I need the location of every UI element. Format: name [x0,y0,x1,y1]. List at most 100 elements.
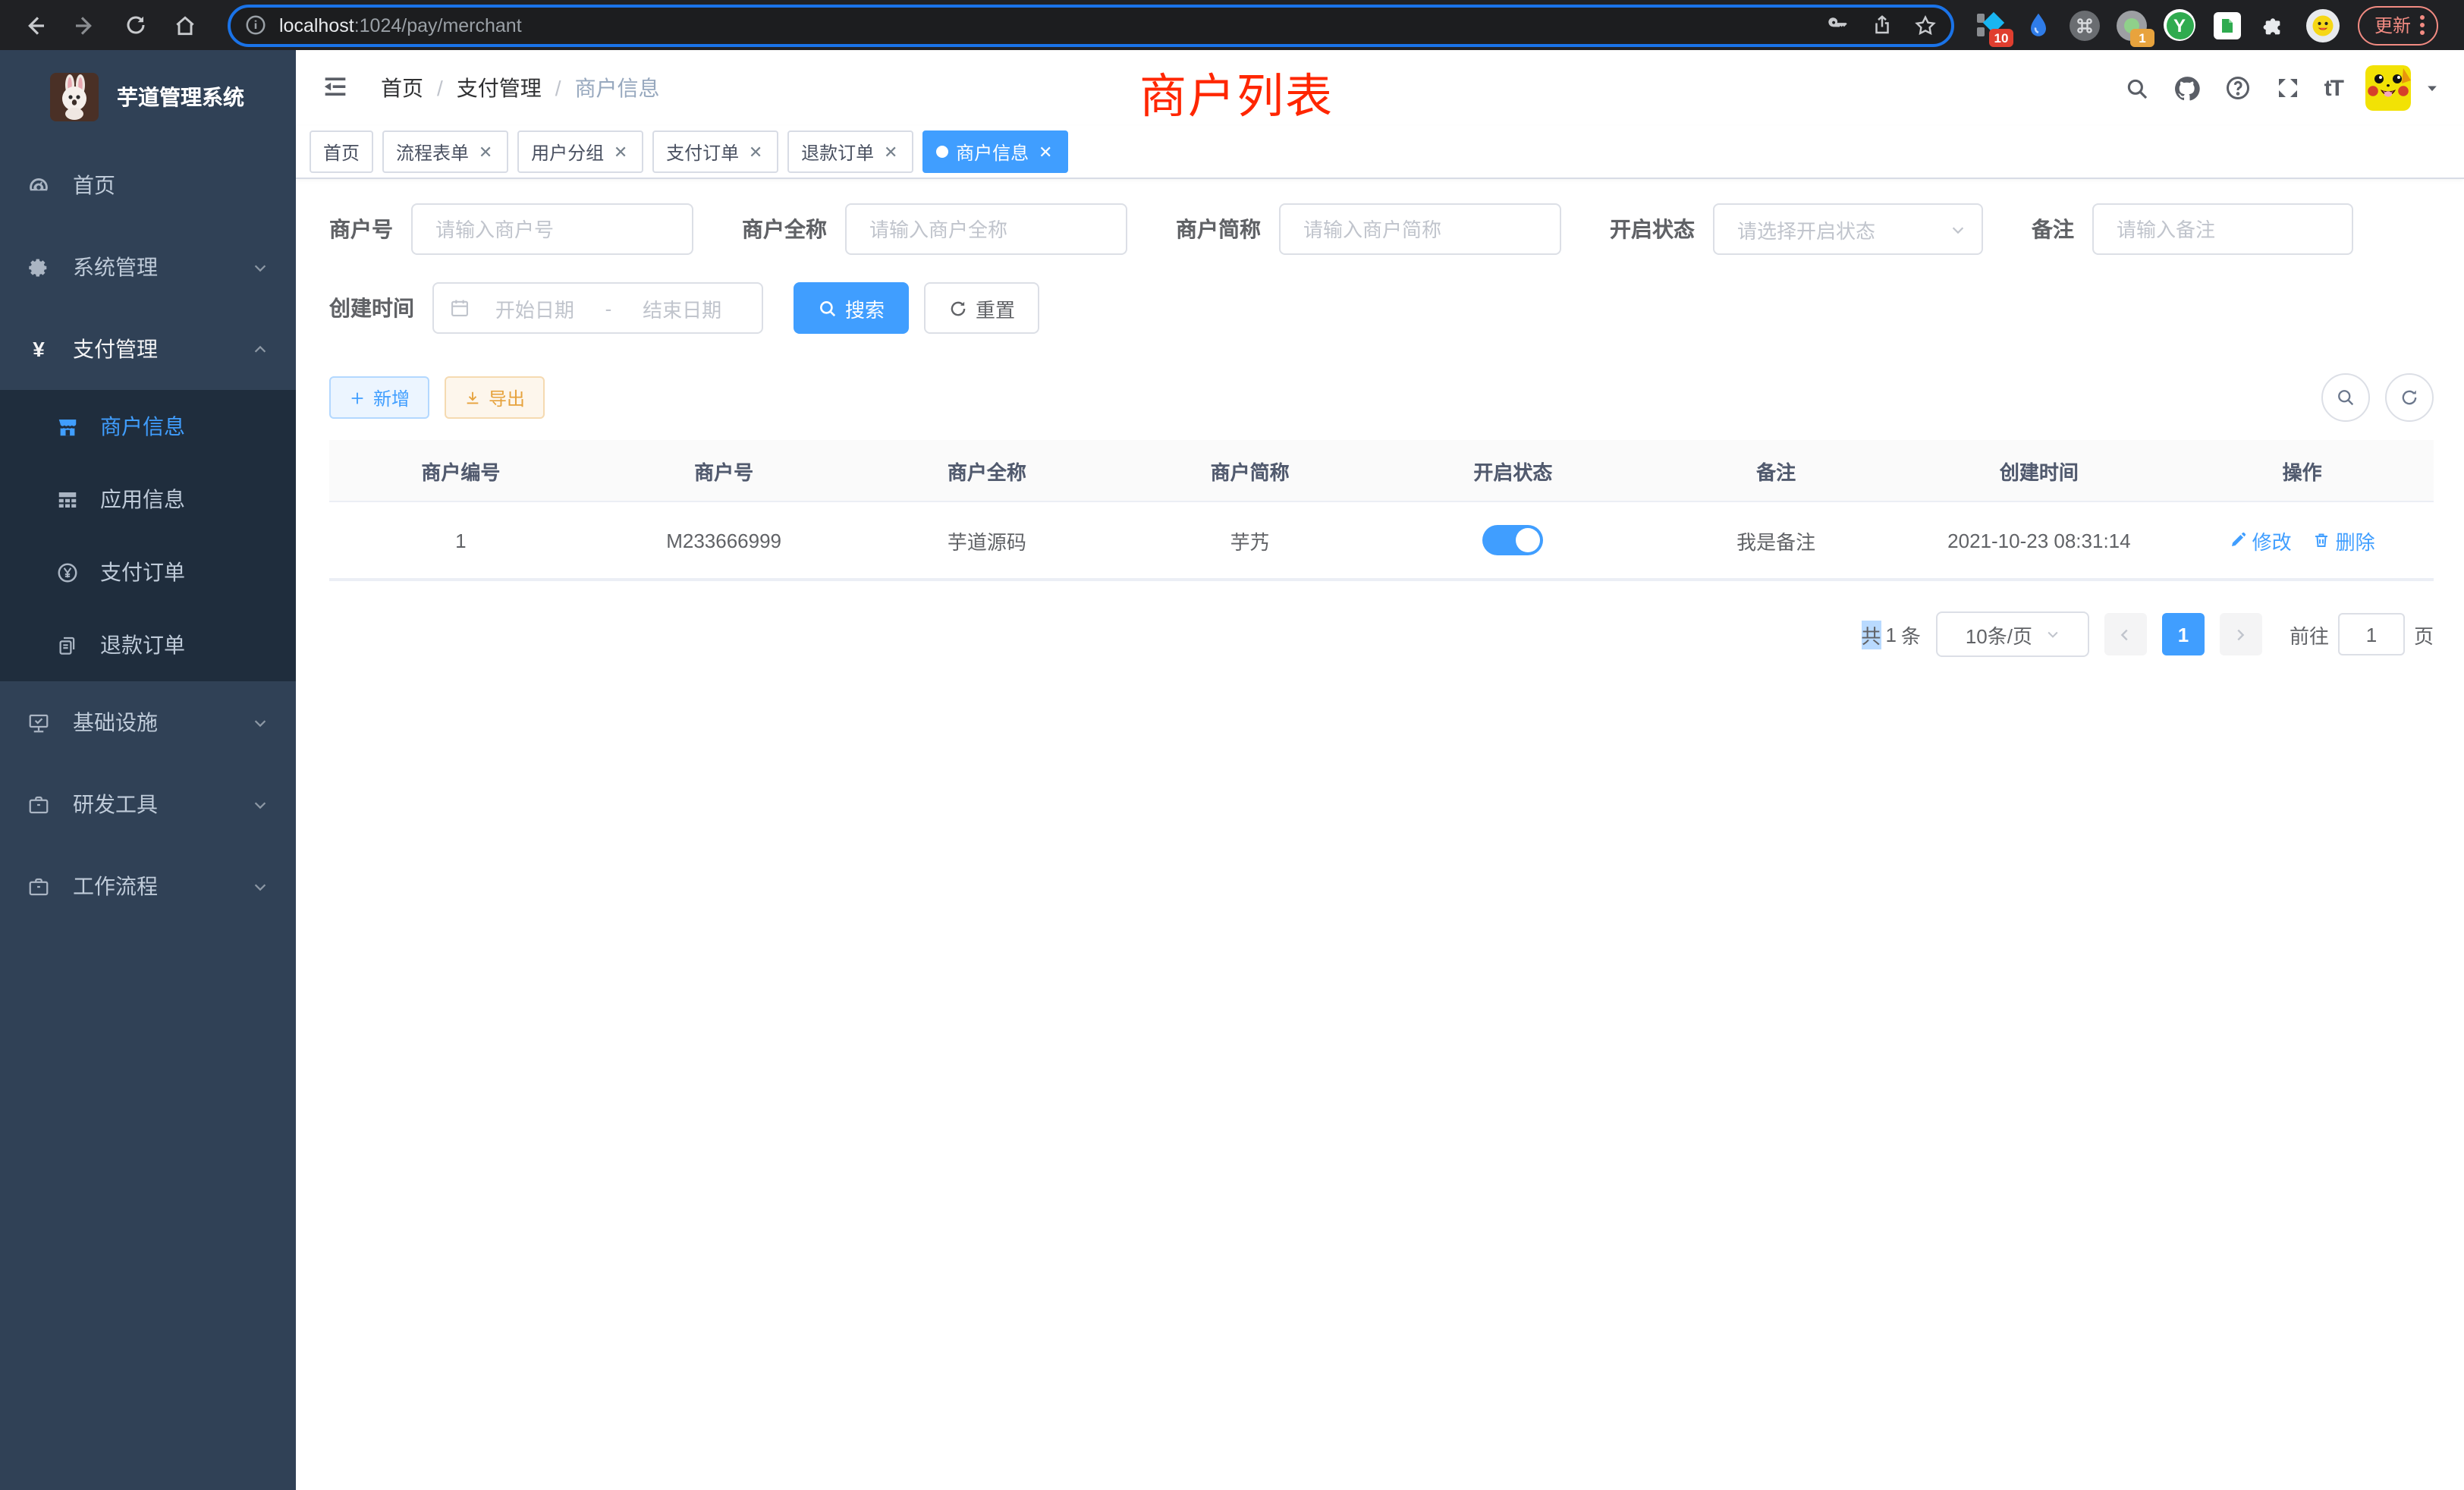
merchant-no-input[interactable] [411,203,693,255]
sidebar-item-devtools[interactable]: 研发工具 [0,763,296,845]
browser-toolbar: localhost:1024/pay/merchant 10 [0,0,2464,50]
sidebar-item-system[interactable]: 系统管理 [0,226,296,308]
sidebar-item-infra[interactable]: 基础设施 [0,681,296,763]
sidebar-item-refund-order[interactable]: 退款订单 [0,608,296,681]
breadcrumb: 首页 / 支付管理 / 商户信息 [381,73,660,103]
share-icon[interactable] [1871,14,1894,36]
breadcrumb-home[interactable]: 首页 [381,73,423,103]
add-button[interactable]: 新增 [329,376,429,419]
close-icon[interactable]: ✕ [882,143,900,161]
extension-status-icon[interactable]: 1 [2117,10,2147,40]
chevron-down-icon [252,714,269,731]
avatar-caret-icon[interactable] [2425,80,2440,96]
search-button[interactable]: 搜索 [794,282,909,334]
show-search-icon[interactable] [2321,373,2370,422]
password-key-icon[interactable] [1827,13,1851,37]
browser-update-button[interactable]: 更新 [2358,5,2438,45]
sidebar-fold-icon[interactable] [320,71,354,105]
extension-pin-icon[interactable] [2022,10,2053,40]
tab-merchant-info[interactable]: 商户信息✕ [922,130,1068,173]
cell-remark: 我是备注 [1645,526,1908,555]
sidebar-item-label: 系统管理 [73,252,158,282]
sidebar-item-workflow[interactable]: 工作流程 [0,845,296,927]
pagination: 共 1 条 10条/页 1 [329,611,2434,657]
browser-reload-icon[interactable] [115,5,155,45]
full-name-label: 商户全称 [742,214,827,244]
search-icon[interactable] [2124,75,2150,101]
status-toggle[interactable] [1482,525,1543,555]
browser-profile-avatar[interactable] [2306,8,2340,42]
sidebar-item-app-info[interactable]: 应用信息 [0,463,296,536]
extensions-puzzle-icon[interactable] [2259,10,2290,40]
close-icon[interactable]: ✕ [1036,143,1054,161]
merchant-table: 商户编号 商户号 商户全称 商户简称 开启状态 备注 创建时间 操作 1 M23… [329,440,2434,581]
chevron-down-icon [252,878,269,894]
url-text: localhost:1024/pay/merchant [279,14,522,36]
cell-create-time: 2021-10-23 08:31:14 [1908,529,2171,552]
close-icon[interactable]: ✕ [746,143,765,161]
extension-y-icon[interactable]: Y [2164,9,2195,41]
sidebar-item-label: 基础设施 [73,707,158,737]
grid-table-icon [56,488,79,511]
extension-doc-icon[interactable] [2212,10,2242,40]
sidebar-item-home[interactable]: 首页 [0,144,296,226]
store-icon [56,415,79,438]
status-select[interactable]: 请选择开启状态 [1713,203,1983,255]
goto-page-input[interactable] [2338,613,2405,655]
help-icon[interactable] [2224,74,2252,102]
cell-full-name: 芋道源码 [856,526,1119,555]
date-end-placeholder: 结束日期 [618,294,746,322]
site-info-icon[interactable] [244,14,267,36]
page-number-button[interactable]: 1 [2162,613,2205,655]
edit-link[interactable]: 修改 [2230,526,2292,555]
extension-diamond-icon[interactable]: 10 [1975,10,2006,40]
date-start-placeholder: 开始日期 [470,294,599,322]
browser-forward-icon[interactable] [65,5,105,45]
table-header-row: 商户编号 商户号 商户全称 商户简称 开启状态 备注 创建时间 操作 [329,440,2434,502]
address-bar[interactable]: localhost:1024/pay/merchant [228,4,1954,46]
sidebar-item-pay[interactable]: ¥ 支付管理 [0,308,296,390]
prev-page-button[interactable] [2104,613,2147,655]
font-size-icon[interactable]: tT [2324,75,2343,101]
tab-process-form[interactable]: 流程表单✕ [382,130,508,173]
close-icon[interactable]: ✕ [476,143,495,161]
close-icon[interactable]: ✕ [611,143,630,161]
browser-back-icon[interactable] [15,5,55,45]
extension-badge: 10 [1989,28,2013,46]
short-name-label: 商户简称 [1176,214,1261,244]
bookmark-star-icon[interactable] [1913,13,1938,37]
user-avatar[interactable] [2365,65,2411,111]
date-range-picker[interactable]: 开始日期 - 结束日期 [432,282,763,334]
export-button[interactable]: 导出 [445,376,545,419]
cell-actions: 修改 删除 [2170,526,2434,555]
short-name-input[interactable] [1279,203,1561,255]
browser-home-icon[interactable] [165,5,205,45]
sidebar-item-label: 退款订单 [100,630,185,660]
top-navbar: 首页 / 支付管理 / 商户信息 [296,50,2464,126]
sidebar-item-label: 商户信息 [100,411,185,442]
fullscreen-icon[interactable] [2274,74,2302,102]
sidebar-item-pay-order[interactable]: 支付订单 [0,536,296,608]
refresh-icon[interactable] [2385,373,2434,422]
tabs-bar: 首页 流程表单✕ 用户分组✕ 支付订单✕ 退款订单✕ 商户信息✕ [296,126,2464,179]
sidebar-item-merchant-info[interactable]: 商户信息 [0,390,296,463]
sidebar-logo[interactable]: 芋道管理系统 [0,50,296,144]
chevron-down-icon [252,259,269,275]
tab-home[interactable]: 首页 [310,130,373,173]
tab-user-group[interactable]: 用户分组✕ [517,130,643,173]
tab-pay-order[interactable]: 支付订单✕ [652,130,778,173]
filter-row-2: 创建时间 开始日期 - 结束日期 搜索 [329,282,2434,334]
next-page-button[interactable] [2220,613,2262,655]
tab-refund-order[interactable]: 退款订单✕ [787,130,913,173]
page-size-select[interactable]: 10条/页 [1936,611,2089,657]
cell-short-name: 芋艿 [1118,526,1381,555]
remark-input[interactable] [2092,203,2353,255]
browser-menu-icon[interactable] [2420,15,2425,35]
extension-command-icon[interactable] [2070,10,2100,40]
briefcase-icon [27,793,50,816]
delete-link[interactable]: 删除 [2313,526,2375,555]
reset-button[interactable]: 重置 [924,282,1039,334]
github-icon[interactable] [2173,74,2202,102]
full-name-input[interactable] [845,203,1127,255]
breadcrumb-pay[interactable]: 支付管理 [457,73,542,103]
